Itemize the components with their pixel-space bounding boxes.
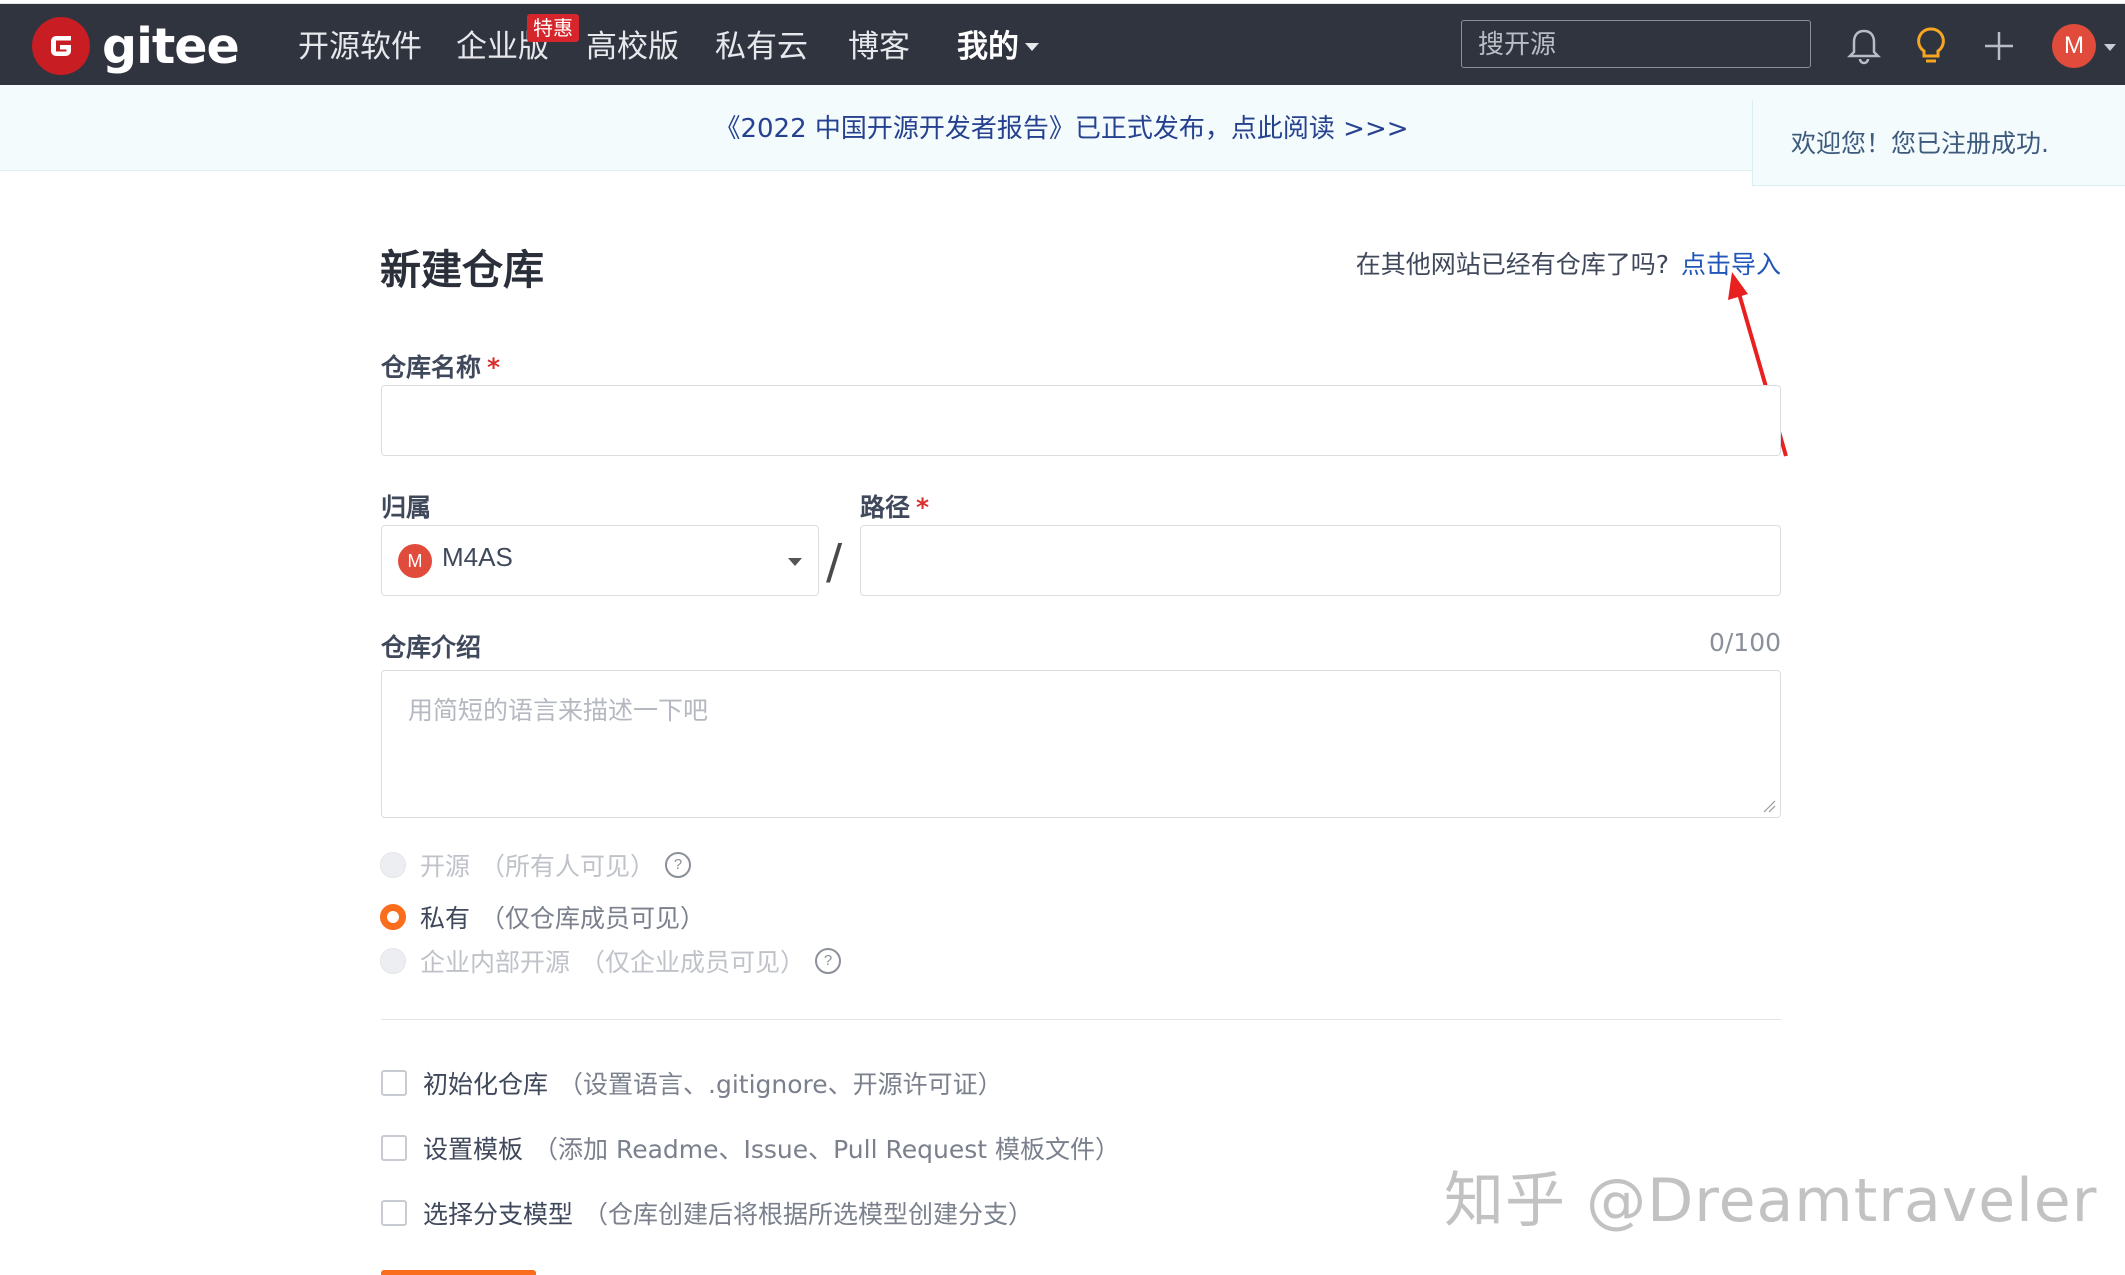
enterprise-promo-badge: 特惠 [527,14,579,42]
chevron-down-icon [1025,42,1039,51]
visibility-option-public[interactable]: 开源 （所有人可见） ? [380,845,692,885]
repo-name-label-text: 仓库名称 [381,353,482,382]
radio-private-hint: （仅仓库成员可见） [480,904,706,933]
radio-public-hint: （所有人可见） [480,852,656,881]
init-repo-label: 初始化仓库 [423,1070,549,1099]
required-mark: * [487,353,501,382]
import-prompt: 在其他网站已经有仓库了吗? 点击导入 [1356,245,1781,281]
init-repo-hint: （设置语言、.gitignore、开源许可证） [558,1070,1003,1099]
gitee-logo[interactable]: gitee [32,17,240,75]
path-label-text: 路径 [860,493,911,522]
radio-internal-label: 企业内部开源 [420,948,571,977]
bell-icon[interactable] [1845,26,1883,66]
required-mark: * [916,493,930,522]
section-divider [381,1019,1781,1020]
owner-avatar: M [398,544,432,578]
radio-public-label: 开源 [420,852,471,881]
watermark: 知乎 @Dreamtraveler [1444,1166,2098,1236]
owner-value: M4AS [442,542,513,572]
help-icon[interactable]: ? [815,948,842,974]
registration-success-toast: 欢迎您！您已注册成功. [1752,100,2125,186]
description-counter: 0/100 [1708,628,1781,657]
resize-handle-icon[interactable] [1762,799,1776,813]
checkbox-branch-model[interactable] [381,1200,407,1226]
template-label: 设置模板 [423,1135,524,1164]
repo-name-label: 仓库名称 * [381,348,500,384]
path-label: 路径 * [860,488,929,524]
search-input[interactable]: 搜开源 [1461,20,1811,68]
description-placeholder: 用简短的语言来描述一下吧 [408,696,709,725]
create-button[interactable] [381,1270,536,1275]
user-avatar[interactable]: M [2052,24,2096,68]
repo-name-input[interactable] [381,385,1781,456]
nav-open-source[interactable]: 开源软件 [298,4,422,85]
logo-text: gitee [102,17,240,75]
description-label: 仓库介绍 [381,633,482,662]
description-textarea[interactable]: 用简短的语言来描述一下吧 [381,670,1781,818]
repo-path-input[interactable] [860,525,1781,596]
nav-blog[interactable]: 博客 [848,4,910,85]
top-nav-bar: gitee 开源软件 企业版 特惠 高校版 私有云 博客 我的 搜开源 M [0,3,2125,85]
option-init-repo[interactable]: 初始化仓库 （设置语言、.gitignore、开源许可证） [381,1063,1003,1103]
radio-internal-hint: （仅企业成员可见） [580,948,806,977]
nav-mine-label: 我的 [957,29,1019,65]
page-title: 新建仓库 [380,246,544,294]
nav-mine-dropdown[interactable]: 我的 [957,4,1039,85]
nav-private-cloud[interactable]: 私有云 [715,4,808,85]
chevron-down-icon [788,558,802,566]
owner-select[interactable]: M M4AS [381,525,819,596]
gitee-logo-icon [32,17,90,75]
avatar-chevron-down-icon[interactable] [2104,44,2116,51]
help-icon[interactable]: ? [665,852,692,878]
radio-internal[interactable] [380,948,406,974]
checkbox-init-repo[interactable] [381,1070,407,1096]
option-template[interactable]: 设置模板 （添加 Readme、Issue、Pull Request 模板文件） [381,1128,1120,1168]
option-branch-model[interactable]: 选择分支模型 （仓库创建后将根据所选模型创建分支） [381,1193,1033,1233]
radio-private[interactable] [380,904,406,930]
owner-label: 归属 [381,493,432,522]
branch-model-hint: （仓库创建后将根据所选模型创建分支） [583,1200,1034,1229]
plus-icon[interactable] [1980,26,2018,66]
path-separator: / [826,534,843,590]
radio-private-label: 私有 [420,904,471,933]
import-prompt-text: 在其他网站已经有仓库了吗? [1355,250,1669,279]
radio-public[interactable] [380,852,406,878]
visibility-option-private[interactable]: 私有 （仅仓库成员可见） [380,897,705,937]
template-hint: （添加 Readme、Issue、Pull Request 模板文件） [533,1135,1120,1164]
branch-model-label: 选择分支模型 [423,1200,574,1229]
lightbulb-icon[interactable] [1912,26,1950,66]
visibility-option-internal[interactable]: 企业内部开源 （仅企业成员可见） ? [380,941,842,981]
checkbox-template[interactable] [381,1135,407,1161]
nav-education[interactable]: 高校版 [586,4,679,85]
